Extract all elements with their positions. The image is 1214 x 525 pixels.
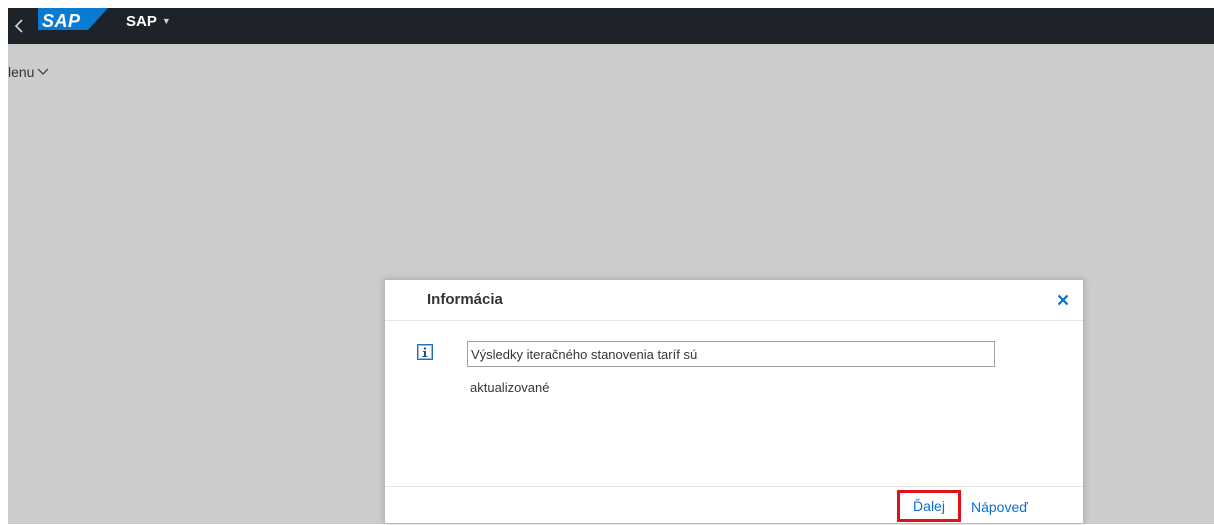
close-icon — [1057, 294, 1069, 306]
shell-bar: SAP SAP ▼ — [8, 8, 1214, 44]
dialog-footer: Ďalej Nápoveď — [385, 486, 1083, 525]
help-button[interactable]: Nápoveď — [971, 499, 1028, 515]
menu-label: lenu — [8, 64, 35, 80]
continue-button[interactable]: Ďalej — [897, 490, 961, 522]
menu-button[interactable]: lenu — [8, 64, 49, 80]
info-icon — [417, 344, 433, 360]
message-field[interactable] — [467, 341, 995, 367]
caret-down-icon: ▼ — [161, 16, 171, 26]
chevron-down-icon — [38, 68, 49, 75]
information-dialog: Informácia aktualizované Ďalej Nápoveď — [384, 279, 1084, 524]
message-continuation: aktualizované — [470, 380, 550, 395]
back-button[interactable] — [8, 8, 30, 44]
app-title-menu[interactable]: SAP ▼ — [126, 8, 171, 34]
dialog-header: Informácia — [385, 280, 1083, 321]
sap-logo-text: SAP — [42, 11, 81, 31]
app-title: SAP — [126, 12, 157, 30]
chevron-left-icon — [14, 19, 23, 33]
left-edge — [0, 0, 8, 524]
close-button[interactable] — [1053, 290, 1073, 310]
dialog-title: Informácia — [427, 291, 503, 308]
